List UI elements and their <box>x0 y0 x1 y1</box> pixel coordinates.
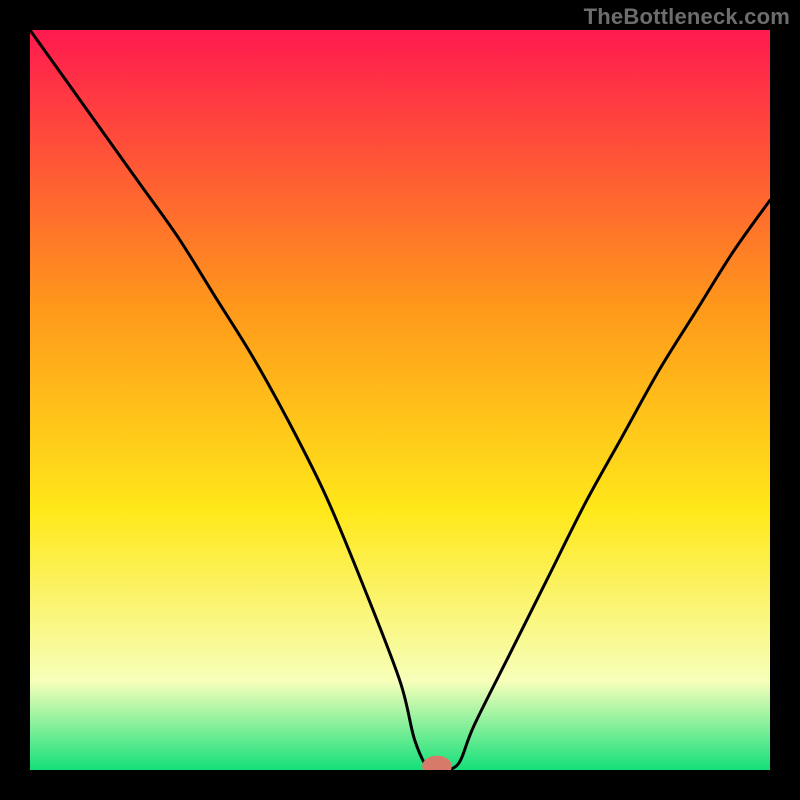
plot-area <box>30 30 770 770</box>
chart-container: TheBottleneck.com <box>0 0 800 800</box>
watermark-label: TheBottleneck.com <box>584 4 790 30</box>
gradient-background <box>30 30 770 770</box>
chart-svg <box>30 30 770 770</box>
